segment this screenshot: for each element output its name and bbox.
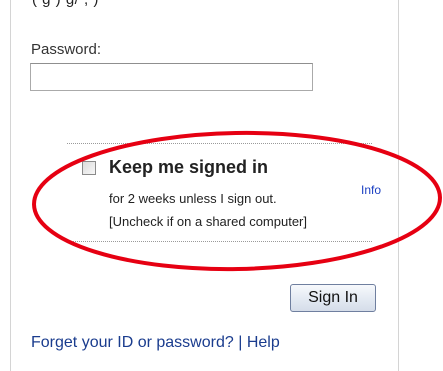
keep-signed-in-label[interactable]: Keep me signed in [109,157,268,178]
keep-signed-in-checkbox[interactable] [82,161,96,175]
divider-top [67,143,372,144]
shared-computer-warning: [Uncheck if on a shared computer] [109,214,307,229]
help-link[interactable]: Help [247,334,280,351]
cut-off-header-text: ( g ) g/ , ) [32,0,99,8]
password-field[interactable] [30,63,313,91]
password-label: Password: [31,41,102,58]
forgot-id-password-link[interactable]: Forget your ID or password? [31,334,234,351]
footer-separator: | [238,334,243,351]
divider-bottom [67,241,372,242]
info-link[interactable]: Info [361,183,381,197]
sign-in-button[interactable]: Sign In [290,284,376,312]
duration-text: for 2 weeks unless I sign out. [109,191,277,206]
footer-links: Forget your ID or password? | Help [31,334,280,352]
